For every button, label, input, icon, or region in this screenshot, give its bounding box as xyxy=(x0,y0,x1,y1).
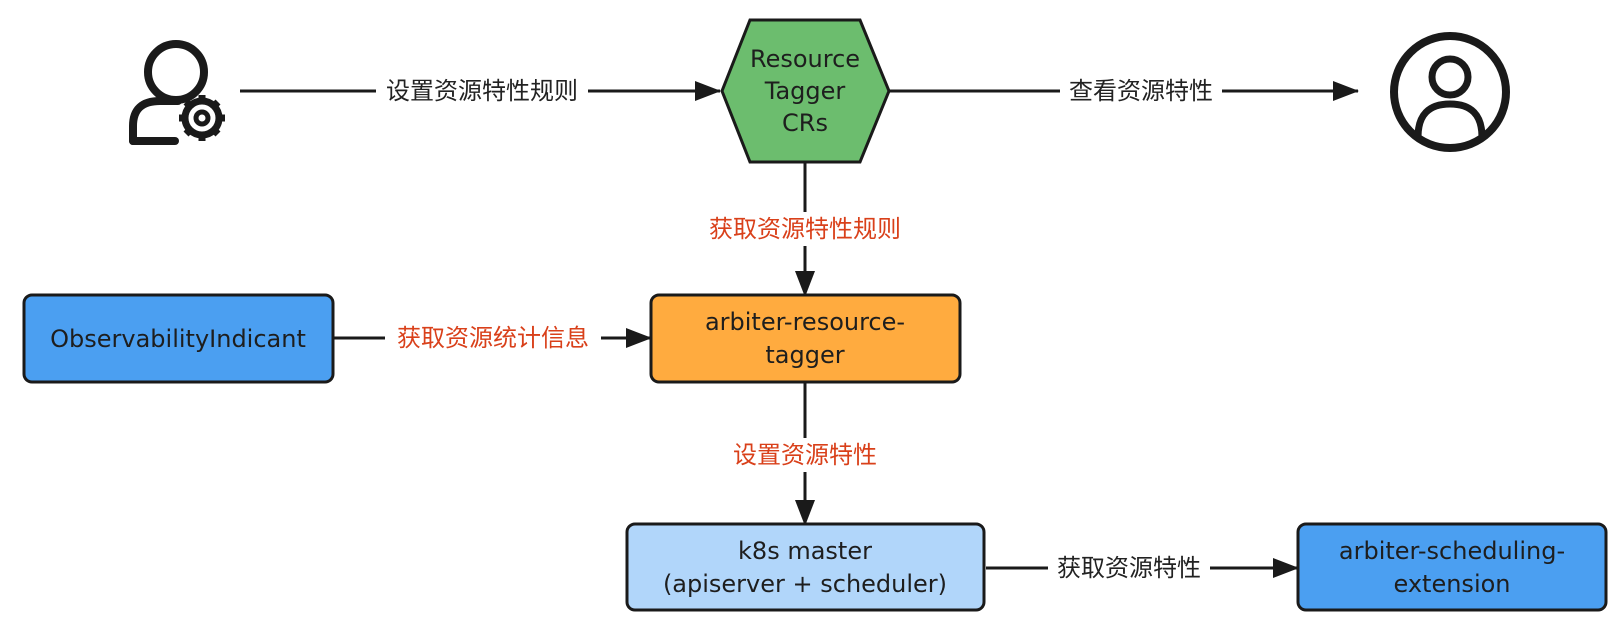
user-circle-icon xyxy=(1390,32,1510,152)
node-label-ext-line2: extension xyxy=(1394,570,1511,598)
edge-label-view-features: 查看资源特性 xyxy=(1069,77,1213,105)
node-label-crs-line3: CRs xyxy=(782,109,828,137)
edge-k8s-to-extension: 获取资源特性 xyxy=(986,554,1299,582)
node-label-k8s-line1: k8s master xyxy=(738,537,872,565)
node-arbiter-scheduling-extension: arbiter-scheduling- extension xyxy=(1296,522,1608,612)
edge-admin-to-crs: 设置资源特性规则 xyxy=(240,77,721,105)
node-label-k8s-line2: (apiserver + scheduler) xyxy=(663,570,947,598)
node-observability-indicant: ObservabilityIndicant xyxy=(22,293,335,384)
node-resource-tagger-crs: Resource Tagger CRs xyxy=(720,18,891,164)
node-k8s-master: k8s master (apiserver + scheduler) xyxy=(625,522,986,612)
edge-tagger-to-k8s: 设置资源特性 xyxy=(733,383,877,526)
architecture-diagram: 设置资源特性规则 查看资源特性 获取资源特性规则 获取资源统计信息 设置资源特性… xyxy=(22,18,1608,612)
edge-crs-to-viewer: 查看资源特性 xyxy=(887,77,1359,105)
edge-observ-to-tagger: 获取资源统计信息 xyxy=(332,324,652,352)
node-label-crs-line2: Tagger xyxy=(764,77,846,105)
user-gear-icon xyxy=(129,40,225,145)
node-label-tagger-line1: arbiter-resource- xyxy=(705,308,905,336)
node-label-crs-line1: Resource xyxy=(750,45,860,73)
node-arbiter-resource-tagger: arbiter-resource- tagger xyxy=(649,293,962,384)
edge-crs-to-tagger: 获取资源特性规则 xyxy=(709,162,901,297)
edge-label-get-rules: 获取资源特性规则 xyxy=(709,215,901,243)
edge-label-get-features: 获取资源特性 xyxy=(1057,554,1201,582)
node-label-observability: ObservabilityIndicant xyxy=(50,325,306,353)
node-label-tagger-line2: tagger xyxy=(765,341,844,369)
node-label-ext-line1: arbiter-scheduling- xyxy=(1339,537,1565,565)
edge-label-get-stats: 获取资源统计信息 xyxy=(397,324,589,352)
edge-label-set-rules: 设置资源特性规则 xyxy=(386,77,578,105)
edge-label-set-features: 设置资源特性 xyxy=(733,441,877,469)
